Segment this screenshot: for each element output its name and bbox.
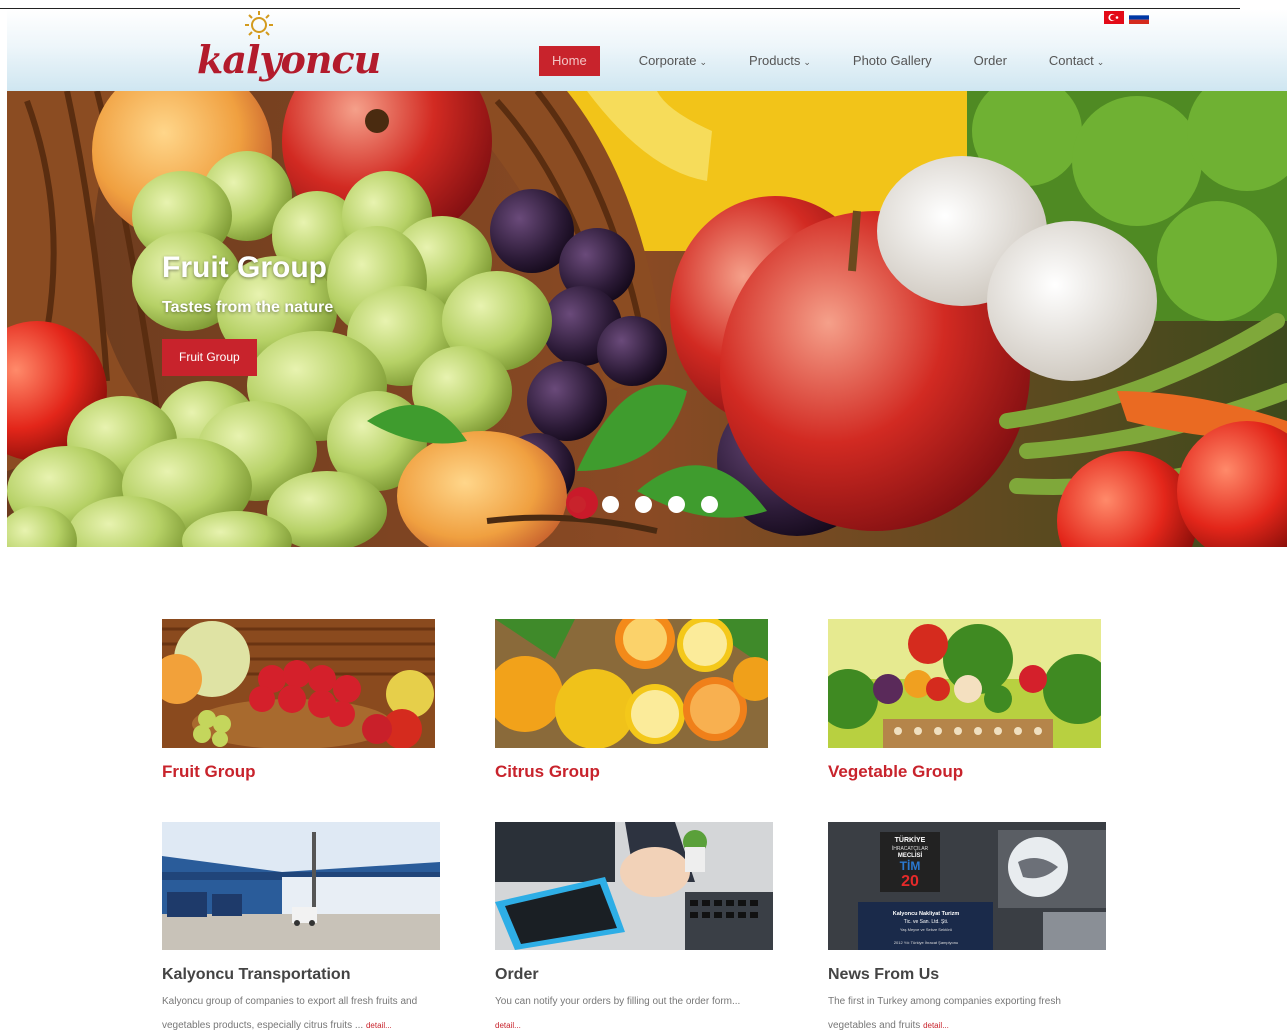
- hero-subtitle: Tastes from the nature: [162, 299, 334, 316]
- category-title[interactable]: Vegetable Group: [828, 762, 1101, 782]
- detail-link[interactable]: detail...: [495, 1021, 521, 1030]
- slider-dot-4[interactable]: [668, 496, 685, 513]
- plaque-line-9: 2012 Yılı Türkiye İhracat Şampiyonu: [894, 940, 958, 945]
- chevron-down-icon: ⌄: [699, 57, 708, 67]
- chevron-down-icon: ⌄: [1096, 57, 1105, 67]
- news-excerpt-line: The first in Turkey among companies expo…: [828, 996, 1061, 1007]
- news-card-order: Order You can notify your orders by fill…: [495, 822, 805, 1034]
- news-excerpt-line: vegetables products, especially citrus f…: [162, 1020, 364, 1031]
- news-excerpt-line: Kalyoncu group of companies to export al…: [162, 996, 418, 1007]
- category-card-vegetable[interactable]: Vegetable Group: [828, 619, 1101, 782]
- plaque-line-4: TİM: [900, 858, 921, 873]
- plaque-line-3: MECLİSİ: [898, 852, 923, 859]
- category-title[interactable]: Fruit Group: [162, 762, 435, 782]
- award-image[interactable]: TÜRKİYE İHRACATÇILAR MECLİSİ TİM 20 Kaly…: [828, 822, 1106, 950]
- plaque-line-1: TÜRKİYE: [895, 835, 926, 844]
- category-card-fruit[interactable]: Fruit Group: [162, 619, 435, 782]
- hero-caption: Fruit Group Tastes from the nature Fruit…: [162, 251, 333, 376]
- site-header: kalyoncu Home Corporate ⌄ Products ⌄ Photo…: [7, 9, 1287, 91]
- category-title[interactable]: Citrus Group: [495, 762, 768, 782]
- nav-products[interactable]: Products ⌄: [736, 46, 824, 76]
- nav-products-label: Products: [749, 53, 801, 68]
- slider-dot-5[interactable]: [701, 496, 718, 513]
- fruit-group-image: [162, 619, 435, 748]
- slider-dot-2[interactable]: [602, 496, 619, 513]
- logo-text: kalyoncu: [197, 37, 381, 82]
- news-excerpt-line: vegetables and fruits: [828, 1020, 921, 1031]
- slider-pagination: [569, 496, 718, 513]
- nav-home-label: Home: [552, 53, 587, 68]
- nav-corporate[interactable]: Corporate ⌄: [626, 46, 720, 76]
- order-image[interactable]: [495, 822, 773, 950]
- language-switcher: [1104, 11, 1149, 24]
- nav-contact[interactable]: Contact ⌄: [1036, 46, 1117, 76]
- nav-gallery-label: Photo Gallery: [852, 53, 932, 68]
- hero-cta-button[interactable]: Fruit Group: [162, 339, 257, 376]
- news-excerpt: The first in Turkey among companies expo…: [828, 990, 1138, 1034]
- nav-order-label: Order: [973, 53, 1007, 68]
- slider-dot-3[interactable]: [635, 496, 652, 513]
- hero-title: Fruit Group: [162, 251, 327, 284]
- nav-contact-label: Contact: [1048, 53, 1094, 68]
- russia-flag-icon[interactable]: [1129, 11, 1149, 24]
- transportation-image[interactable]: [162, 822, 440, 950]
- turkey-flag-icon[interactable]: [1104, 11, 1124, 24]
- news-title[interactable]: Order: [495, 966, 805, 984]
- news-card-transportation: Kalyoncu Transportation Kalyoncu group o…: [162, 822, 472, 1034]
- vegetable-group-image: [828, 619, 1101, 748]
- detail-link[interactable]: detail...: [923, 1021, 949, 1030]
- news-excerpt: Kalyoncu group of companies to export al…: [162, 990, 472, 1034]
- detail-link[interactable]: detail...: [366, 1021, 392, 1030]
- category-card-citrus[interactable]: Citrus Group: [495, 619, 768, 782]
- slider-dot-1[interactable]: [569, 496, 586, 513]
- news-title[interactable]: News From Us: [828, 966, 1138, 984]
- citrus-group-image: [495, 619, 768, 748]
- main-nav: Home Corporate ⌄ Products ⌄ Photo Gallery …: [539, 46, 1133, 76]
- sun-logo-icon: [245, 11, 273, 39]
- plaque-line-8: Yaş Meyve ve Sebze Sektörü: [900, 927, 952, 932]
- nav-home[interactable]: Home: [539, 46, 600, 76]
- nav-order[interactable]: Order: [961, 46, 1020, 76]
- plaque-line-5: 20: [901, 873, 919, 890]
- news-excerpt: You can notify your orders by filling ou…: [495, 990, 805, 1034]
- nav-corporate-label: Corporate: [638, 53, 697, 68]
- news-excerpt-line: You can notify your orders by filling ou…: [495, 996, 741, 1007]
- plaque-line-6: Kalyoncu Nakliyat Turizm: [893, 911, 960, 917]
- plaque-line-2: İHRACATÇILAR: [892, 845, 929, 852]
- news-title[interactable]: Kalyoncu Transportation: [162, 966, 472, 984]
- plaque-line-7: Tic. ve San. Ltd. Şti.: [904, 919, 949, 925]
- nav-photo-gallery[interactable]: Photo Gallery: [840, 46, 945, 76]
- site-logo[interactable]: kalyoncu: [197, 9, 381, 89]
- chevron-down-icon: ⌄: [803, 57, 811, 67]
- news-card-from-us: TÜRKİYE İHRACATÇILAR MECLİSİ TİM 20 Kaly…: [828, 822, 1138, 1034]
- hero-slider[interactable]: Fruit Group Tastes from the nature Fruit…: [7, 91, 1287, 547]
